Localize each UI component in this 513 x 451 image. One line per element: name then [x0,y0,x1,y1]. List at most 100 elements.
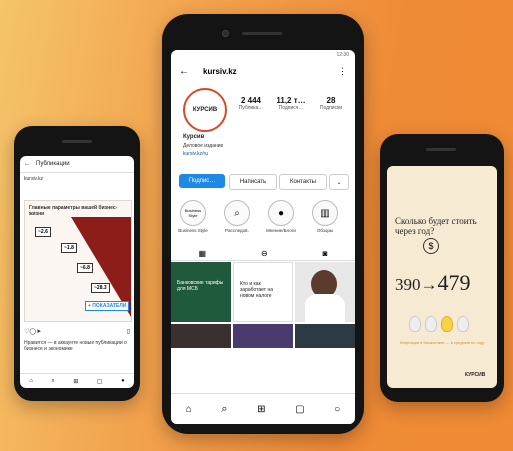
profile-category: Деловое издание [183,143,224,149]
post-tag: + ПОКАЗАТЕЛИ [85,301,130,311]
highlight-opinion[interactable]: ● Мнение/Блоги [265,200,297,233]
profile-tabs: ▦ ⊖ ◙ [171,246,355,261]
speaker [62,140,92,143]
bulb-icon [441,316,453,332]
post-tag: ~28.3 [91,283,110,293]
add-icon[interactable]: ⊞ [257,404,265,415]
tagged-icon[interactable]: ◙ [323,249,328,258]
center-phone: 12:30 ← kursiv.kz ⋮ КУРСИВ 2 444 Публика… [162,14,364,434]
post-tag: ~2.6 [35,227,51,237]
bulb-icon [425,316,437,332]
comment-icon[interactable]: ◯ [29,328,36,335]
price-new: 479 [437,270,471,295]
highlight-label: Мнение/Блоги [266,228,296,233]
highlight-label: Расследов. [225,228,249,233]
speaker [426,148,456,151]
stat-followers[interactable]: 11,2 т… Подписч… [273,96,309,111]
stat-label: Публика… [238,105,264,111]
bookmark-icon[interactable]: ▯ [127,328,130,335]
left-header: ← Публикации [20,156,134,173]
stat-value: 11,2 т… [276,96,306,105]
brand-logo: КУРСИВ [465,372,486,378]
grid-post[interactable] [295,324,355,348]
post-caption: Нравится — в аккаунте новые публикации о… [24,340,127,352]
price-row: 390→479 [395,270,471,296]
grid-post[interactable] [171,324,231,348]
grid-post[interactable]: Кто и как заработает на новом налоге [233,262,293,322]
price-old: 390 [395,275,421,294]
post-image[interactable]: Главные параметры вашей бизнес-жизни ~2.… [24,200,132,322]
grid-post[interactable]: Банковские тарифы для МСБ [171,262,231,322]
avatar-text: КУРСИВ [192,107,218,113]
highlight-investigation[interactable]: ⌕ Расследов. [221,200,253,233]
grid-icon[interactable]: ▦ [198,249,206,258]
stat-label: Подписки [319,105,343,111]
message-button[interactable]: Написать [229,174,277,190]
caption-user[interactable]: kursiv.kz [24,176,43,182]
more-icon[interactable]: ⋮ [338,66,347,77]
post-heading: Главные параметры вашей бизнес-жизни [29,205,118,217]
highlight-label: Business Style [178,228,208,233]
profile-name: Курсив [183,134,205,140]
grid-post[interactable] [233,324,293,348]
bulb-icon [457,316,469,332]
speaker [242,32,282,35]
home-icon[interactable]: ⌂ [186,404,192,415]
igtv-icon[interactable]: ⊖ [261,249,268,258]
grid-post[interactable] [295,262,355,322]
highlight-reviews[interactable]: ▥ Обзоры [309,200,341,233]
dollar-icon: $ [423,238,439,254]
person-icon: ● [277,207,285,219]
profile-icon[interactable]: ● [121,378,125,384]
post-tag: ~6.8 [77,263,93,273]
bulb-icon [409,316,421,332]
right-phone: Сколько будет стоить через год? $ 390→47… [380,134,504,402]
stat-label: Подписч… [278,105,304,111]
price-note: Инфляция в Казахстане — в среднем по год… [399,340,485,345]
highlight-label: Обзоры [316,228,334,233]
search-icon: ⌕ [234,207,240,219]
search-icon[interactable]: ⌕ [51,378,54,385]
post-actions: ♡ ◯ ➤ ▯ [24,326,130,336]
stat-posts[interactable]: 2 444 Публика… [233,96,269,111]
shop-icon[interactable]: ▢ [295,404,304,415]
posts-grid: Банковские тарифы для МСБ Кто и как зара… [171,262,355,392]
tile-text: Кто и как заработает на новом налоге [240,281,274,299]
post-tag: ~1.8 [61,243,77,253]
profile-icon[interactable]: ○ [334,404,340,415]
price-arrow: → [420,275,438,294]
profile-link[interactable]: kursiv.kz/ru [183,151,208,157]
left-bottom-nav: ⌂ ⌕ ⊞ ▢ ● [20,373,134,388]
left-phone-screen: ← Публикации kursiv.kz Главные параметры… [20,156,134,388]
contacts-button[interactable]: Контакты [279,174,327,190]
person-photo [305,294,345,322]
tile-text: Банковские тарифы для МСБ [177,280,224,292]
back-arrow-icon[interactable]: ← [179,66,189,77]
chart-icon: ▥ [320,207,330,219]
home-icon[interactable]: ⌂ [29,378,33,384]
share-icon[interactable]: ➤ [36,328,41,335]
price-question: Сколько будет стоить через год? [395,216,477,236]
highlight-business[interactable]: Business Style Business Style [177,200,209,233]
bottom-nav: ⌂ ⌕ ⊞ ▢ ○ [171,393,355,424]
profile-topbar: ← kursiv.kz ⋮ [171,60,355,82]
chevron-down-icon[interactable]: ⌄ [329,174,349,190]
shop-icon[interactable]: ▢ [97,378,103,385]
left-header-title: Публикации [36,161,70,167]
left-phone: ← Публикации kursiv.kz Главные параметры… [14,126,140,401]
follow-button[interactable]: Подпис… [179,174,225,188]
search-icon[interactable]: ⌕ [221,403,227,416]
avatar[interactable]: КУРСИВ [183,88,227,132]
camera [222,30,229,37]
stat-value: 2 444 [240,96,262,105]
username: kursiv.kz [203,66,237,76]
status-bar: 12:30 [171,50,355,60]
add-icon[interactable]: ⊞ [73,378,78,385]
back-arrow-icon[interactable]: ← [24,161,30,167]
stat-following[interactable]: 28 Подписки [313,96,349,111]
right-phone-screen: Сколько будет стоить через год? $ 390→47… [387,166,497,388]
highlight-logo: Business Style [184,208,202,218]
center-phone-screen: 12:30 ← kursiv.kz ⋮ КУРСИВ 2 444 Публика… [171,50,355,424]
status-time: 12:30 [336,52,349,58]
stat-value: 28 [326,96,336,105]
